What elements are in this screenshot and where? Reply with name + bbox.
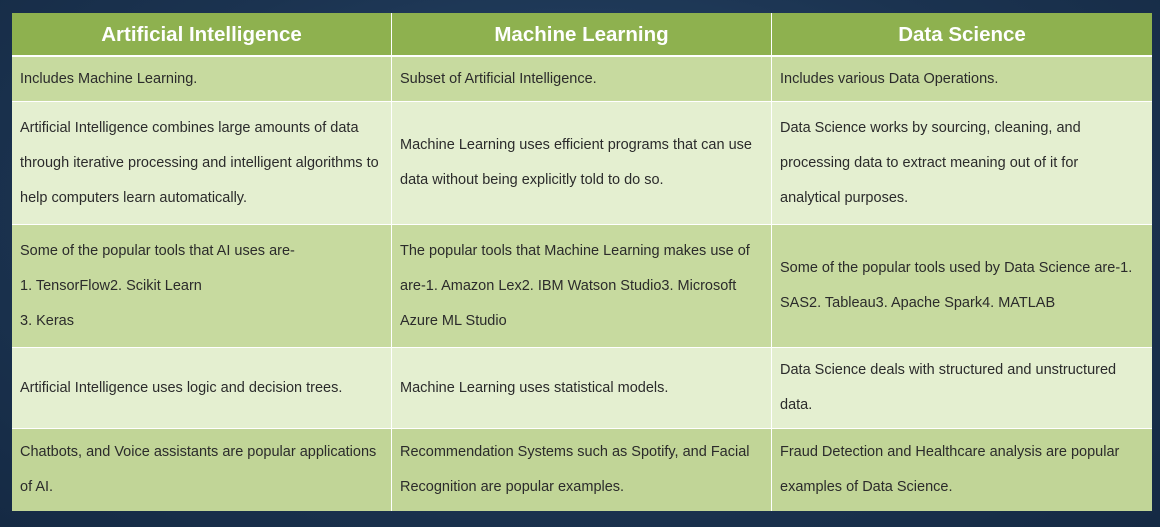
cell-line: Chatbots, and Voice assistants are popul… — [20, 444, 377, 460]
header-artificial-intelligence: Artificial Intelligence — [12, 13, 392, 57]
cell-line: are-1. Amazon Lex2. IBM Watson Studio3. … — [400, 277, 737, 294]
table-cell-ds-row-2: Data Science works by sourcing, cleaning… — [772, 102, 1152, 225]
table-cell-ml-row-5: Recommendation Systems such as Spotify, … — [392, 429, 772, 511]
header-machine-learning: Machine Learning — [392, 13, 772, 57]
header-data-science: Data Science — [772, 13, 1152, 57]
table-cell-ds-row-5: Fraud Detection and Healthcare analysis … — [772, 429, 1152, 511]
cell-line: Artificial Intelligence combines large a… — [20, 119, 359, 136]
table-cell-ai-row-5: Chatbots, and Voice assistants are popul… — [12, 429, 392, 511]
table-cell-ai-row-4: Artificial Intelligence uses logic and d… — [12, 348, 392, 429]
cell-line: Machine Learning uses statistical models… — [400, 379, 669, 396]
table-cell-ml-row-4: Machine Learning uses statistical models… — [392, 348, 772, 429]
cell-line: Some of the popular tools used by Data S… — [780, 260, 1133, 276]
table-cell-ai-row-3: Some of the popular tools that AI uses a… — [12, 225, 392, 348]
table-cell-ml-row-1: Subset of Artificial Intelligence. — [392, 57, 772, 102]
cell-line: Some of the popular tools that AI uses a… — [20, 242, 295, 259]
cell-line: SAS2. Tableau3. Apache Spark4. MATLAB — [780, 295, 1056, 311]
comparison-table: Artificial Intelligence Machine Learning… — [12, 13, 1152, 512]
cell-line: Includes various Data Operations. — [780, 70, 999, 87]
cell-line: data. — [780, 397, 813, 413]
table-cell-ml-row-2: Machine Learning uses efficient programs… — [392, 102, 772, 225]
cell-line: Fraud Detection and Healthcare analysis … — [780, 444, 1120, 460]
table-cell-ai-row-2: Artificial Intelligence combines large a… — [12, 102, 392, 225]
table-cell-ds-row-1: Includes various Data Operations. — [772, 57, 1152, 102]
cell-line: Data Science deals with structured and u… — [780, 362, 1117, 378]
cell-line: Azure ML Studio — [400, 312, 507, 329]
cell-line: Data Science works by sourcing, cleaning… — [780, 119, 1081, 136]
cell-line: processing data to extract meaning out o… — [780, 154, 1079, 171]
cell-line: Recognition are popular examples. — [400, 479, 625, 495]
cell-line: 3. Keras — [20, 312, 74, 329]
cell-line: Subset of Artificial Intelligence. — [400, 70, 597, 87]
cell-line: Artificial Intelligence uses logic and d… — [20, 379, 343, 396]
cell-line: of AI. — [20, 479, 54, 495]
cell-line: help computers learn automatically. — [20, 189, 248, 206]
cell-line: examples of Data Science. — [780, 479, 953, 495]
table-cell-ml-row-3: The popular tools that Machine Learning … — [392, 225, 772, 348]
cell-line: The popular tools that Machine Learning … — [400, 242, 750, 259]
table-cell-ds-row-4: Data Science deals with structured and u… — [772, 348, 1152, 429]
cell-line: data without being explicitly told to do… — [400, 172, 664, 188]
cell-line: 1. TensorFlow2. Scikit Learn — [20, 277, 202, 294]
cell-line: Machine Learning uses efficient programs… — [400, 137, 752, 153]
cell-line: Recommendation Systems such as Spotify, … — [400, 444, 750, 460]
table-cell-ds-row-3: Some of the popular tools used by Data S… — [772, 225, 1152, 348]
cell-line: Includes Machine Learning. — [20, 70, 198, 87]
cell-line: analytical purposes. — [780, 189, 909, 206]
cell-line: through iterative processing and intelli… — [20, 154, 379, 171]
table-cell-ai-row-1: Includes Machine Learning. — [12, 57, 392, 102]
